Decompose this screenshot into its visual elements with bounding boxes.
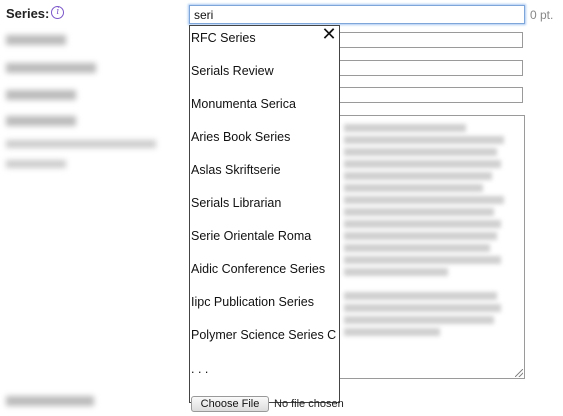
points-text: 0 pt. xyxy=(530,8,554,22)
autocomplete-item[interactable]: Serie Orientale Roma xyxy=(191,229,311,243)
autocomplete-item[interactable]: Aslas Skriftserie xyxy=(191,163,281,177)
resize-handle-icon[interactable] xyxy=(515,369,523,377)
blurred-help-text xyxy=(6,160,66,168)
blurred-label xyxy=(6,35,66,45)
autocomplete-item[interactable]: Aidic Conference Series xyxy=(191,262,325,276)
blurred-help-text xyxy=(6,140,156,148)
autocomplete-dropdown: ✕ RFC Series Serials Review Monumenta Se… xyxy=(189,25,340,403)
autocomplete-item[interactable]: Aries Book Series xyxy=(191,130,290,144)
series-input[interactable] xyxy=(189,5,525,24)
blurred-textarea-content xyxy=(338,116,524,344)
close-icon[interactable]: ✕ xyxy=(321,26,337,44)
autocomplete-item[interactable]: Serials Review xyxy=(191,64,274,78)
series-label: Series: xyxy=(6,6,50,21)
choose-file-button[interactable]: Choose File xyxy=(191,396,269,412)
series-label-row: Series: i xyxy=(6,6,65,21)
autocomplete-item[interactable]: Polymer Science Series C xyxy=(191,328,336,342)
autocomplete-item[interactable]: Serials Librarian xyxy=(191,196,281,210)
blurred-label xyxy=(6,396,94,406)
autocomplete-item[interactable]: Monumenta Serica xyxy=(191,97,296,111)
autocomplete-more[interactable]: . . . xyxy=(191,362,208,376)
blurred-label xyxy=(6,63,96,73)
autocomplete-item[interactable]: RFC Series xyxy=(191,31,256,45)
autocomplete-item[interactable]: Iipc Publication Series xyxy=(191,295,314,309)
file-status-text: No file chosen xyxy=(274,398,344,410)
info-icon[interactable]: i xyxy=(51,6,65,19)
blurred-label xyxy=(6,90,76,100)
abstract-textarea[interactable] xyxy=(337,115,525,379)
blurred-label xyxy=(6,116,76,126)
